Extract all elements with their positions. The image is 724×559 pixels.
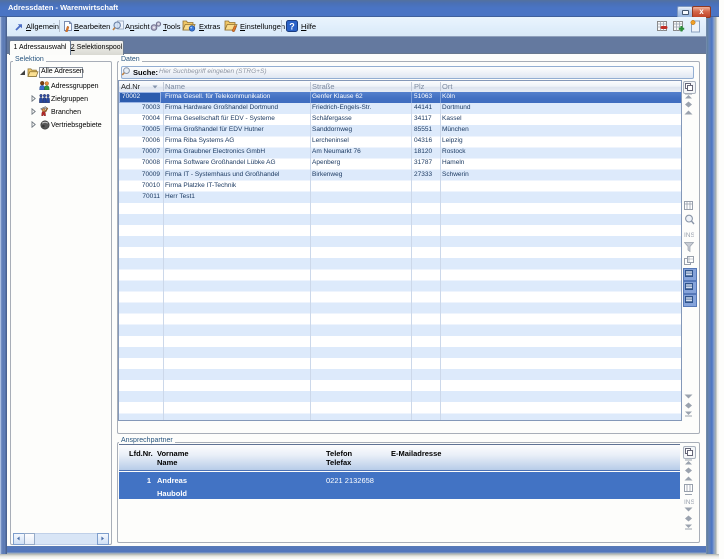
svg-text:?: ? [289, 21, 295, 31]
svg-text:INS: INS [684, 232, 694, 239]
svg-text:INS: INS [684, 499, 694, 506]
